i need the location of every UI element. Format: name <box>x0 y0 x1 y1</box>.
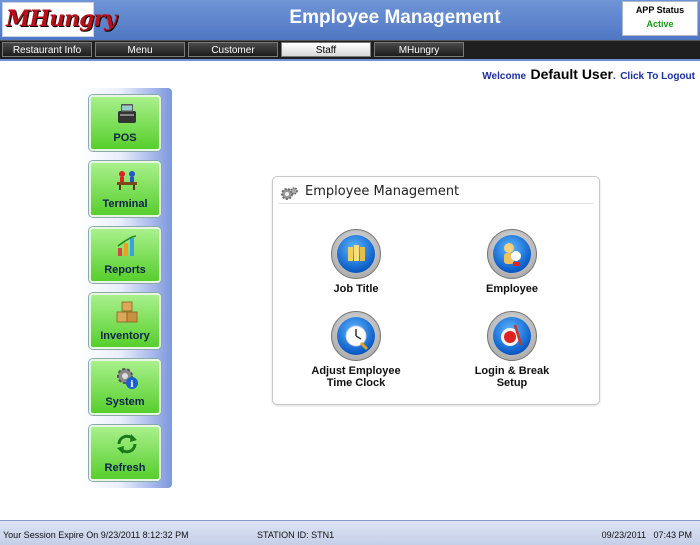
option-label-line2: Setup <box>496 377 528 389</box>
sidebar: POS Terminal Reports Inventory i System … <box>79 88 172 488</box>
option-label: Job Title <box>333 283 379 295</box>
tab-menu[interactable]: Menu <box>95 42 185 57</box>
login-break-icon-frame <box>487 311 537 361</box>
app-status-value: Active <box>646 19 674 29</box>
reports-chart-icon <box>117 235 137 256</box>
logout-link[interactable]: Click To Logout <box>620 71 695 82</box>
nav-divider <box>0 59 700 61</box>
current-datetime: 09/23/2011 07:43 PM <box>601 530 692 540</box>
adjust-employee-time-clock-button[interactable]: Adjust Employee Time Clock <box>301 311 411 389</box>
welcome-separator: . <box>612 71 616 82</box>
job-title-icon-frame <box>331 229 381 279</box>
refresh-arrows-icon <box>117 434 137 454</box>
job-title-button[interactable]: Job Title <box>301 229 411 295</box>
status-bar: Your Session Expire On 9/23/2011 8:12:32… <box>0 520 700 545</box>
employee-management-panel: Employee Management Job Title Employee A… <box>272 176 600 405</box>
pos-register-icon <box>118 104 136 123</box>
logo-text: MHungry <box>6 6 117 32</box>
sidebar-item-system[interactable]: i System <box>89 359 161 415</box>
sidebar-item-label: Inventory <box>100 330 150 342</box>
sidebar-item-label: Reports <box>104 264 146 276</box>
terminal-icon <box>117 171 137 190</box>
sidebar-item-reports[interactable]: Reports <box>89 227 161 283</box>
time-clock-icon-frame <box>331 311 381 361</box>
login-break-setup-button[interactable]: Login & Break Setup <box>457 311 567 389</box>
gear-icon <box>281 187 298 200</box>
option-label-line1: Adjust Employee <box>311 365 401 377</box>
sidebar-item-label: Refresh <box>104 462 146 474</box>
sidebar-item-label: POS <box>113 132 137 144</box>
app-status-label: APP Status <box>635 5 685 15</box>
time-clock-icon <box>337 317 375 355</box>
inventory-boxes-icon <box>116 301 138 323</box>
page-title: Employee Management <box>289 7 501 28</box>
tab-customer[interactable]: Customer <box>188 42 278 57</box>
current-user: Default User <box>530 66 613 82</box>
system-gears-icon: i <box>117 368 138 390</box>
job-title-icon <box>337 235 375 273</box>
welcome-prefix: Welcome <box>482 71 527 82</box>
login-break-icon <box>493 317 531 355</box>
employee-icon-frame <box>487 229 537 279</box>
tab-restaurant-info[interactable]: Restaurant Info <box>2 42 92 57</box>
header-bar: MHungry Employee Management APP Status A… <box>0 0 700 40</box>
employee-button[interactable]: Employee <box>457 229 567 295</box>
sidebar-item-refresh[interactable]: Refresh <box>89 425 161 481</box>
welcome-line: Welcome Default User. Click To Logout <box>482 66 695 84</box>
option-label: Adjust Employee Time Clock <box>301 365 411 389</box>
tab-mhungry[interactable]: MHungry <box>374 42 464 57</box>
option-label: Employee <box>486 283 538 295</box>
option-label-line2: Time Clock <box>326 377 386 389</box>
employee-icon <box>493 235 531 273</box>
option-label: Login & Break Setup <box>457 365 567 389</box>
panel-title: Employee Management <box>305 184 460 199</box>
app-status-box: APP Status Active <box>622 1 698 36</box>
option-label-line1: Login & Break <box>474 365 550 377</box>
session-expiry: Your Session Expire On 9/23/2011 8:12:32… <box>3 530 189 540</box>
panel-header: Employee Management <box>279 183 593 204</box>
main-nav: Restaurant Info Menu Customer Staff MHun… <box>0 40 700 60</box>
logo: MHungry <box>2 2 117 37</box>
sidebar-item-terminal[interactable]: Terminal <box>89 161 161 217</box>
station-id: STATION ID: STN1 <box>257 530 335 540</box>
sidebar-item-label: Terminal <box>102 198 148 210</box>
tab-staff[interactable]: Staff <box>281 42 371 57</box>
sidebar-item-pos[interactable]: POS <box>89 95 161 151</box>
svg-text:i: i <box>130 380 134 390</box>
sidebar-item-inventory[interactable]: Inventory <box>89 293 161 349</box>
sidebar-item-label: System <box>105 396 145 408</box>
